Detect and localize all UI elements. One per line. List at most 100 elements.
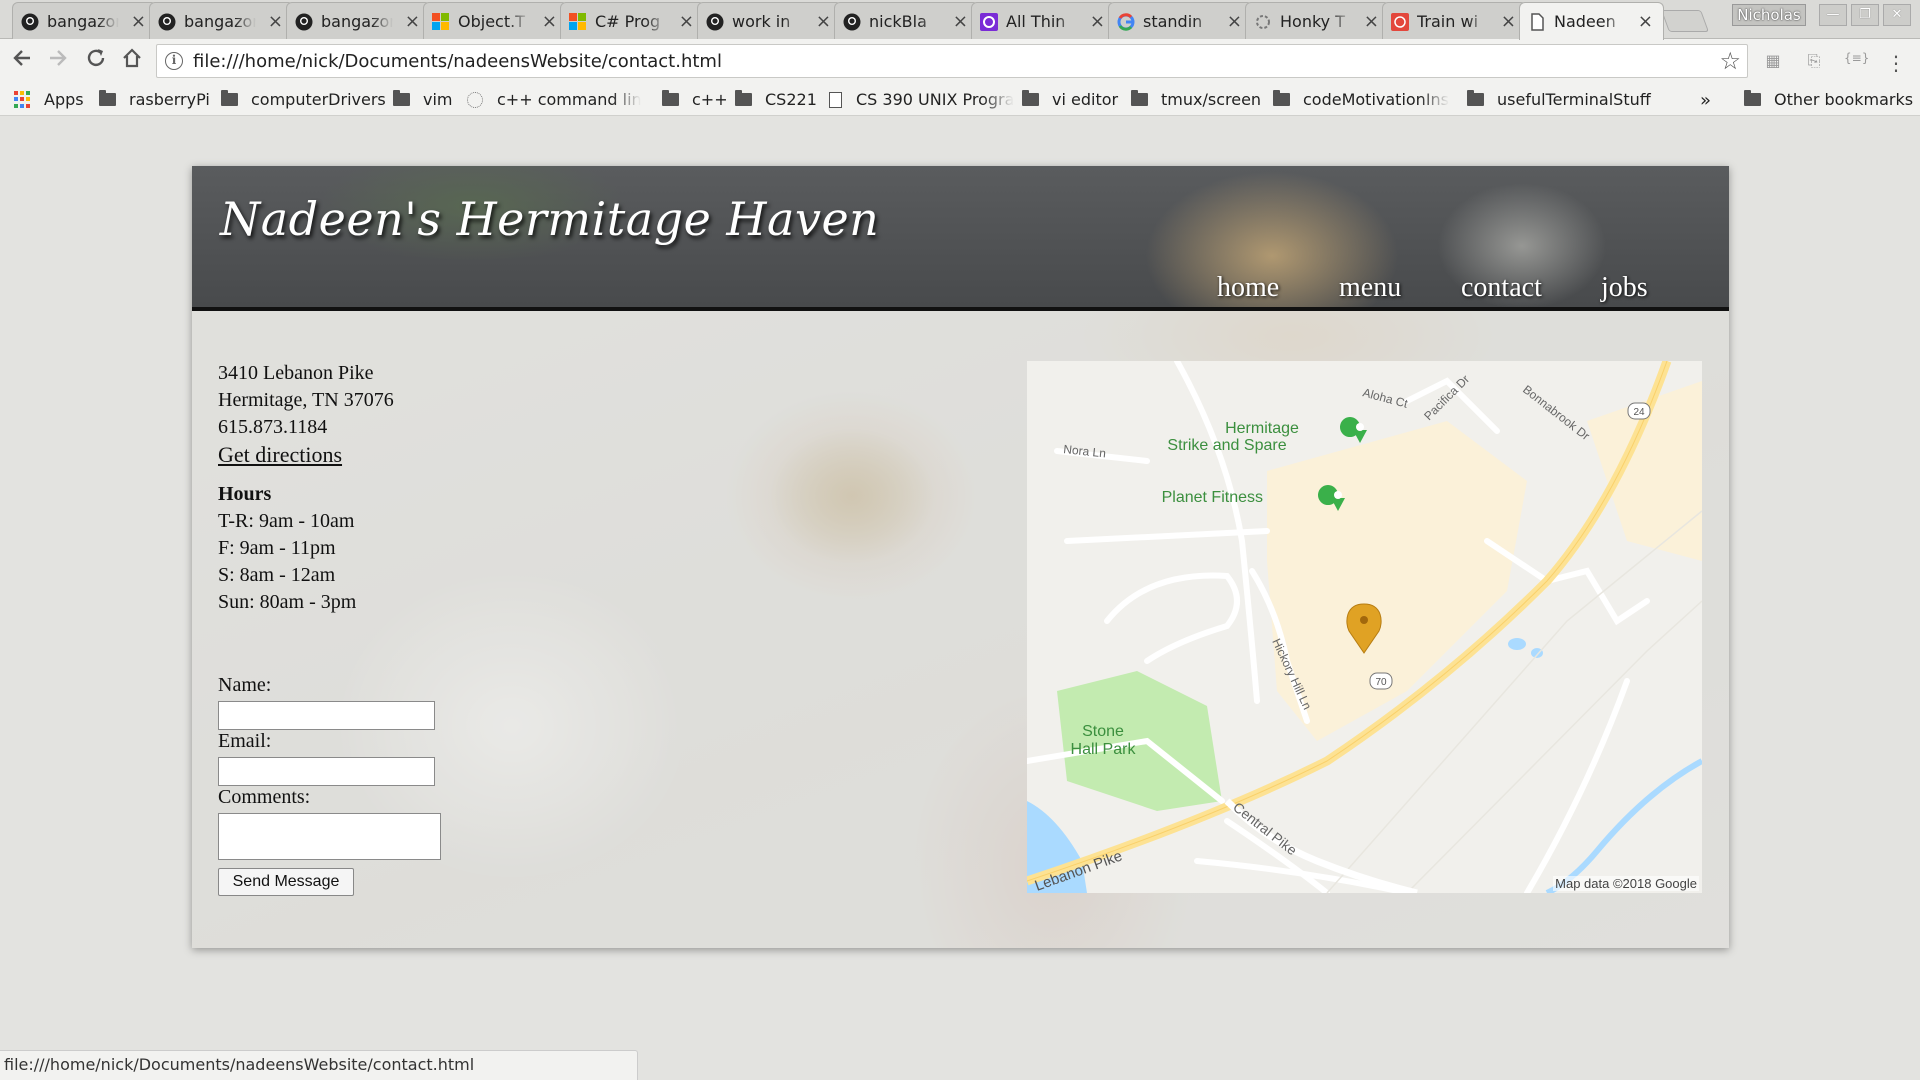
profile-button[interactable]: Nicholas bbox=[1732, 4, 1806, 26]
folder-icon bbox=[735, 90, 752, 106]
bookmark-link[interactable]: c++ command line V bbox=[467, 90, 641, 109]
url-text[interactable]: file:///home/nick/Documents/nadeensWebsi… bbox=[193, 51, 722, 72]
browser-tab[interactable]: Train wi × bbox=[1382, 2, 1527, 39]
site-logo[interactable]: Nadeen's Hermitage Haven bbox=[220, 192, 879, 246]
extension-icon[interactable]: ⎘ bbox=[1803, 51, 1825, 71]
apps-grid-icon bbox=[14, 90, 32, 109]
close-icon[interactable]: × bbox=[1364, 11, 1379, 32]
close-icon[interactable]: × bbox=[1501, 11, 1516, 32]
close-icon[interactable]: × bbox=[816, 11, 831, 32]
close-icon[interactable]: × bbox=[953, 11, 968, 32]
nav-home[interactable]: home bbox=[1217, 272, 1279, 304]
browser-tab-active[interactable]: Nadeen × bbox=[1519, 2, 1664, 40]
browser-tab[interactable]: bangazon × bbox=[12, 2, 157, 39]
bookmark-star-icon[interactable]: ☆ bbox=[1719, 47, 1741, 75]
browser-tab[interactable]: bangazon × bbox=[149, 2, 294, 39]
close-icon[interactable]: × bbox=[542, 11, 557, 32]
tab-title: standin bbox=[1143, 11, 1203, 31]
bookmark-label: Apps bbox=[44, 90, 84, 109]
tab-title: Nadeen bbox=[1554, 12, 1616, 31]
bookmark-folder[interactable]: usefulTerminalStuff bbox=[1467, 90, 1651, 109]
hours-line: T-R: 9am - 10am bbox=[218, 510, 355, 532]
bookmark-folder[interactable]: CS221 bbox=[735, 90, 817, 109]
browser-tab[interactable]: Object.T × bbox=[423, 2, 568, 39]
back-arrow-icon bbox=[13, 50, 30, 66]
extension-icon[interactable]: ▦ bbox=[1762, 51, 1784, 71]
browser-tab[interactable]: Honky T × bbox=[1245, 2, 1390, 39]
close-icon[interactable]: × bbox=[268, 11, 283, 32]
name-field[interactable] bbox=[218, 701, 435, 730]
hours-line: Sun: 80am - 3pm bbox=[218, 591, 357, 613]
bookmark-folder[interactable]: c++ bbox=[662, 90, 728, 109]
browser-tab[interactable]: nickBla × bbox=[834, 2, 979, 39]
tab-title: C# Prog bbox=[595, 11, 661, 31]
comments-textarea[interactable] bbox=[218, 813, 441, 860]
other-bookmarks[interactable]: Other bookmarks bbox=[1744, 90, 1913, 109]
address-bar[interactable]: i file:///home/nick/Documents/nadeensWeb… bbox=[156, 44, 1748, 78]
bookmarks-overflow-button[interactable]: » bbox=[1700, 90, 1711, 111]
close-icon[interactable]: × bbox=[1090, 11, 1105, 32]
svg-text:Planet Fitness: Planet Fitness bbox=[1162, 489, 1263, 506]
microsoft-icon bbox=[432, 13, 450, 31]
email-field[interactable] bbox=[218, 757, 435, 786]
close-icon[interactable]: × bbox=[679, 11, 694, 32]
folder-icon bbox=[221, 90, 238, 106]
restore-button[interactable]: ❐ bbox=[1851, 4, 1879, 26]
home-button[interactable] bbox=[118, 47, 146, 75]
close-icon[interactable]: × bbox=[1638, 11, 1653, 32]
svg-text:Hall Park: Hall Park bbox=[1071, 741, 1137, 758]
close-icon[interactable]: × bbox=[131, 11, 146, 32]
github-icon bbox=[21, 13, 39, 31]
map-attribution: Map data ©2018 Google bbox=[1553, 876, 1699, 891]
folder-icon bbox=[1131, 90, 1148, 106]
hours-heading: Hours bbox=[218, 483, 272, 505]
google-icon bbox=[1117, 13, 1135, 31]
back-button[interactable] bbox=[8, 47, 36, 75]
folder-icon bbox=[1467, 90, 1484, 106]
phone-number: 615.873.1184 bbox=[218, 416, 328, 438]
nav-jobs[interactable]: jobs bbox=[1601, 272, 1648, 304]
nav-contact[interactable]: contact bbox=[1461, 272, 1542, 304]
browser-tab[interactable]: C# Prog × bbox=[560, 2, 705, 39]
bookmark-folder[interactable]: computerDrivers bbox=[221, 90, 386, 109]
svg-text:Strike and Spare: Strike and Spare bbox=[1167, 437, 1286, 454]
close-icon[interactable]: × bbox=[405, 11, 420, 32]
tab-title: bangazon bbox=[321, 11, 393, 31]
bookmark-folder[interactable]: vi editor bbox=[1022, 90, 1118, 109]
info-icon[interactable]: i bbox=[165, 52, 183, 70]
reload-button[interactable] bbox=[82, 47, 110, 75]
tab-strip: bangazon × bangazon × bangazon × Object.… bbox=[0, 0, 1920, 40]
browser-tab[interactable]: bangazon × bbox=[286, 2, 431, 39]
status-bar: file:///home/nick/Documents/nadeensWebsi… bbox=[0, 1050, 638, 1080]
menu-kebab-icon[interactable]: ⋮ bbox=[1885, 51, 1907, 75]
folder-icon bbox=[393, 90, 410, 106]
bookmark-folder[interactable]: tmux/screen bbox=[1131, 90, 1261, 109]
minimize-button[interactable]: — bbox=[1819, 4, 1847, 26]
route-24-shield: 24 bbox=[1627, 402, 1651, 420]
bookmark-apps[interactable]: Apps bbox=[14, 90, 84, 109]
bookmark-label: c++ bbox=[692, 90, 728, 109]
browser-tab[interactable]: All Thin × bbox=[971, 2, 1116, 39]
github-icon bbox=[158, 13, 176, 31]
browser-tab[interactable]: standin × bbox=[1108, 2, 1253, 39]
bookmark-folder[interactable]: rasberryPi bbox=[99, 90, 210, 109]
bookmark-label: codeMotivationInsp bbox=[1303, 90, 1449, 109]
bookmark-link[interactable]: CS 390 UNIX Progra bbox=[829, 90, 1014, 109]
bookmark-folder[interactable]: codeMotivationInsp bbox=[1273, 90, 1449, 109]
new-tab-button[interactable] bbox=[1660, 10, 1710, 32]
json-extension-icon[interactable]: {≡} bbox=[1844, 51, 1869, 71]
github-icon bbox=[295, 13, 313, 31]
forward-button[interactable] bbox=[44, 47, 72, 75]
bookmark-folder[interactable]: vim bbox=[393, 90, 453, 109]
send-message-button[interactable]: Send Message bbox=[218, 868, 354, 896]
globe-icon bbox=[467, 91, 483, 108]
map-canvas[interactable]: 24 70 Aloha Ct Pacifica Dr Bonnabrook Dr… bbox=[1027, 361, 1702, 893]
nav-menu[interactable]: menu bbox=[1339, 272, 1401, 304]
reload-icon bbox=[87, 49, 105, 67]
bookmark-label: CS 390 UNIX Progra bbox=[856, 90, 1014, 109]
directions-link[interactable]: Get directions bbox=[218, 441, 394, 468]
browser-tab[interactable]: work in × bbox=[697, 2, 842, 39]
google-map[interactable]: 24 70 Aloha Ct Pacifica Dr Bonnabrook Dr… bbox=[1027, 361, 1702, 893]
close-window-button[interactable]: ✕ bbox=[1883, 4, 1911, 26]
close-icon[interactable]: × bbox=[1227, 11, 1242, 32]
